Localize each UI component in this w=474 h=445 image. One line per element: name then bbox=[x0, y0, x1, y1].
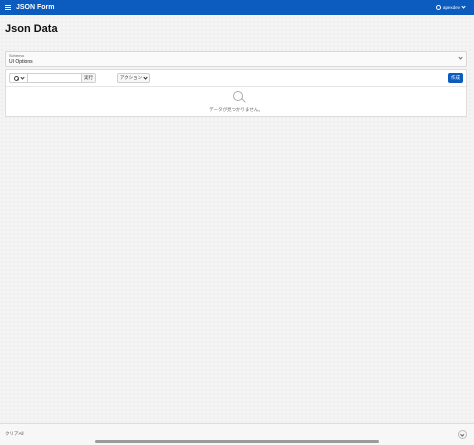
username: apexdev bbox=[442, 5, 460, 10]
actions-menu-button[interactable]: アクション bbox=[117, 73, 150, 83]
report-body: データが見つかりません。 bbox=[6, 86, 466, 118]
schema-select[interactable]: Schema UI Options bbox=[5, 51, 467, 67]
chevron-down-icon bbox=[19, 75, 25, 80]
search-column-button[interactable] bbox=[10, 74, 28, 82]
chevron-down-icon bbox=[458, 54, 463, 60]
expand-footer-button[interactable] bbox=[458, 430, 467, 439]
search-icon bbox=[13, 75, 19, 81]
report-toolbar: 実行 アクション 作成 bbox=[6, 70, 466, 86]
page-title: Json Data bbox=[5, 23, 58, 35]
schema-value: UI Options bbox=[9, 59, 33, 65]
chevron-down-icon bbox=[143, 75, 148, 80]
search-bar: 実行 bbox=[9, 73, 96, 83]
app-title[interactable]: JSON Form bbox=[16, 3, 55, 12]
user-icon bbox=[435, 5, 441, 10]
schema-label: Schema bbox=[9, 53, 24, 58]
create-button[interactable]: 作成 bbox=[448, 73, 463, 83]
no-data-message: データが見つかりません。 bbox=[209, 107, 263, 112]
search-input[interactable] bbox=[28, 74, 81, 82]
go-button[interactable]: 実行 bbox=[81, 74, 95, 82]
top-navigation-bar: JSON Form apexdev bbox=[0, 0, 474, 15]
horizontal-scrollbar[interactable] bbox=[95, 440, 379, 443]
chevron-down-icon bbox=[460, 432, 465, 436]
chevron-down-icon bbox=[461, 4, 466, 9]
hamburger-icon[interactable] bbox=[5, 5, 11, 10]
search-icon bbox=[233, 91, 246, 104]
footer-label[interactable]: クリアAll bbox=[5, 431, 24, 437]
user-menu[interactable]: apexdev bbox=[435, 3, 466, 12]
interactive-report: 実行 アクション 作成 データが見つかりません。 bbox=[5, 69, 467, 117]
actions-label: アクション bbox=[119, 75, 143, 80]
